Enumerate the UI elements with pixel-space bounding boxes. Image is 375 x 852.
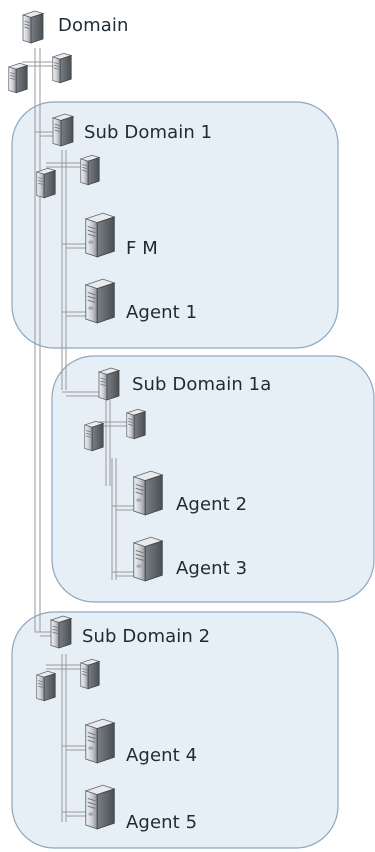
sub-domain-1-cluster-left-server-icon <box>36 167 56 199</box>
agent-3-label: Agent 3 <box>176 558 248 579</box>
agent-1-server-icon <box>85 278 115 324</box>
sub-domain-1a-cluster-left-server-icon <box>84 420 104 452</box>
domain-cluster-right-server-icon <box>52 52 72 84</box>
domain-server-icon <box>22 10 44 44</box>
sub-domain-2-cluster-right-server-icon <box>80 658 100 690</box>
domain-cluster-left-server-icon <box>8 62 28 94</box>
sub-domain-1-label: Sub Domain 1 <box>84 122 213 143</box>
agent-1-label: Agent 1 <box>126 302 198 323</box>
sub-domain-2-label: Sub Domain 2 <box>82 626 211 647</box>
agent-2-server-icon <box>133 470 163 516</box>
fm-label: F M <box>126 238 158 259</box>
sub-domain-1-server-icon <box>52 113 74 147</box>
agent-4-server-icon <box>85 718 115 764</box>
domain-label: Domain <box>58 15 129 36</box>
sub-domain-1-cluster-right-server-icon <box>80 154 100 186</box>
sub-domain-2-server-icon <box>50 615 72 649</box>
fm-server-icon <box>85 212 115 258</box>
sub-domain-1a-server-icon <box>98 367 120 401</box>
sub-domain-2-cluster-left-server-icon <box>36 670 56 702</box>
sub-domain-1a-cluster-right-server-icon <box>126 408 146 440</box>
agent-5-server-icon <box>85 784 115 830</box>
agent-4-label: Agent 4 <box>126 745 198 766</box>
sub-domain-1a-label: Sub Domain 1a <box>132 374 272 395</box>
agent-5-label: Agent 5 <box>126 812 198 833</box>
agent-3-server-icon <box>133 536 163 582</box>
agent-2-label: Agent 2 <box>176 494 248 515</box>
